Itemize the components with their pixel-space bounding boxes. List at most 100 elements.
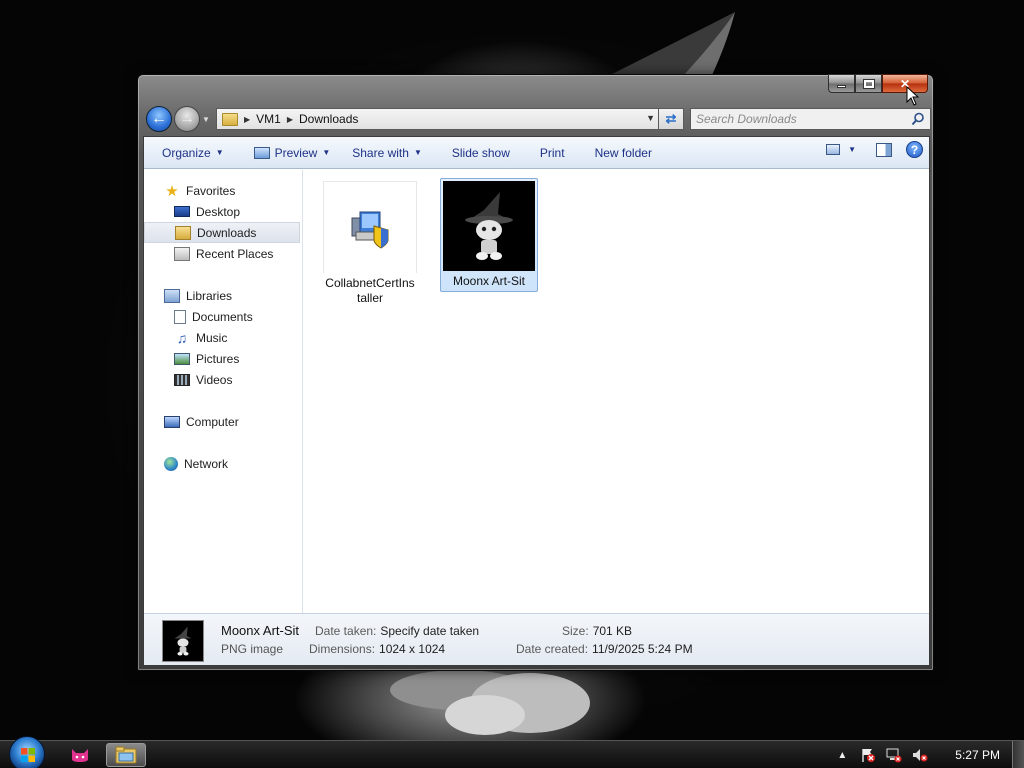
breadcrumb-vm1[interactable]: VM1 — [256, 112, 281, 126]
volume-muted-icon[interactable] — [912, 747, 928, 763]
nav-music-label: Music — [196, 330, 228, 345]
nav-recent-places[interactable]: Recent Places — [144, 243, 302, 264]
taskbar: ▲ 5:27 PM — [0, 736, 1024, 768]
view-options-chevron-icon[interactable]: ▼ — [848, 145, 856, 154]
start-button[interactable] — [9, 736, 45, 768]
chevron-down-icon: ▼ — [322, 148, 331, 157]
details-file-type: PNG image — [221, 642, 284, 656]
new-folder-button[interactable]: New folder — [587, 141, 660, 165]
search-input[interactable] — [696, 110, 906, 128]
preview-icon — [253, 146, 270, 159]
show-desktop-button[interactable] — [1012, 741, 1024, 768]
nav-desktop[interactable]: Desktop — [144, 201, 302, 222]
back-arrow-icon: ← — [151, 110, 167, 127]
pictures-icon — [174, 352, 190, 365]
forward-button[interactable]: → — [174, 106, 200, 132]
show-hidden-icons-icon[interactable]: ▲ — [834, 747, 850, 763]
network-icon — [164, 456, 178, 471]
file-list: CollabnetCertInstaller Moonx Art-Sit — [304, 170, 929, 613]
desktop-icon — [174, 206, 190, 217]
navigation-pane: ★ Favorites Desktop Downloads Recent Pla… — [144, 170, 303, 613]
print-button[interactable]: Print — [532, 141, 573, 165]
preview-menu[interactable]: Preview ▼ — [246, 141, 339, 165]
witch-cat-image — [465, 192, 513, 260]
share-with-menu[interactable]: Share with ▼ — [344, 141, 430, 165]
minimize-icon — [837, 85, 846, 88]
recent-places-icon — [174, 246, 190, 261]
address-dropdown-icon[interactable]: ▼ — [646, 113, 655, 123]
nav-libraries[interactable]: Libraries — [144, 285, 302, 306]
change-view-icon[interactable] — [826, 144, 841, 155]
refresh-icon: ⇄ — [665, 111, 677, 126]
file-name: CollabnetCertInstaller — [325, 276, 415, 305]
share-with-label: Share with — [352, 145, 409, 160]
nav-network[interactable]: Network — [144, 453, 302, 474]
forward-arrow-icon: → — [179, 110, 195, 127]
details-date-created: Date created: 11/9/2025 5:24 PM — [516, 642, 693, 656]
date-taken-value[interactable]: Specify date taken — [380, 624, 479, 638]
nav-downloads[interactable]: Downloads — [144, 222, 300, 243]
nav-downloads-label: Downloads — [197, 225, 257, 240]
minimize-button[interactable] — [828, 74, 855, 93]
date-created-value: 11/9/2025 5:24 PM — [592, 642, 693, 656]
mouse-cursor-icon — [906, 86, 920, 106]
maximize-button[interactable] — [855, 74, 882, 93]
folder-icon — [222, 112, 238, 126]
chevron-down-icon: ▼ — [215, 148, 224, 157]
nav-videos-label: Videos — [196, 372, 233, 387]
new-folder-label: New folder — [594, 145, 652, 160]
details-file-name: Moonx Art-Sit — [221, 623, 300, 638]
nav-favorites-label: Favorites — [186, 183, 236, 198]
search-icon[interactable] — [911, 112, 925, 126]
maximize-icon — [862, 78, 875, 89]
taskbar-clock[interactable]: 5:27 PM — [955, 748, 1000, 762]
search-box — [690, 108, 931, 130]
date-taken-label: Date taken: — [315, 624, 377, 638]
recent-pages-dropdown-icon[interactable]: ▼ — [202, 115, 210, 124]
file-item-collabnetcertinstaller[interactable]: CollabnetCertInstaller — [321, 178, 419, 305]
nav-videos[interactable]: Videos — [144, 369, 302, 390]
nav-recent-places-label: Recent Places — [196, 246, 274, 261]
address-bar[interactable]: ▶ VM1 ▶ Downloads ▼ ⇄ — [216, 108, 684, 130]
preview-pane-icon[interactable] — [876, 142, 892, 157]
file-item-moonx-art-sit[interactable]: Moonx Art-Sit — [440, 178, 538, 292]
command-bar: Organize ▼ Preview ▼ Share with ▼ Slide sho… — [144, 137, 929, 169]
taskbar-windows-explorer[interactable] — [106, 743, 146, 767]
nav-music[interactable]: ♫ Music — [144, 327, 302, 348]
nav-network-label: Network — [184, 456, 229, 471]
details-thumbnail — [162, 620, 204, 662]
back-button[interactable]: ← — [146, 106, 172, 132]
slide-show-button[interactable]: Slide show — [444, 141, 518, 165]
help-icon[interactable]: ? — [906, 141, 923, 158]
breadcrumb-chevron-icon[interactable]: ▶ — [244, 115, 250, 124]
toolbar-right-group: ▼ ? — [826, 141, 923, 158]
refresh-button[interactable]: ⇄ — [658, 108, 684, 130]
nav-computer[interactable]: Computer — [144, 411, 302, 432]
system-tray: ▲ 5:27 PM — [829, 741, 1024, 768]
star-icon: ★ — [165, 182, 179, 200]
explorer-window: ✕ ← → ▼ ▶ VM1 ▶ Downloads ▼ ⇄ Organize ▼ — [137, 74, 934, 671]
nav-documents[interactable]: Documents — [144, 306, 302, 327]
nav-pictures-label: Pictures — [196, 351, 240, 366]
nav-libraries-label: Libraries — [186, 288, 233, 303]
network-status-icon[interactable] — [886, 747, 902, 763]
nav-pictures[interactable]: Pictures — [144, 348, 302, 369]
witch-cat-image — [174, 626, 192, 656]
nav-favorites[interactable]: ★ Favorites — [144, 180, 302, 201]
taskbar-app-cat[interactable] — [60, 743, 100, 767]
action-center-flag-icon[interactable] — [860, 747, 876, 763]
breadcrumb-chevron-icon[interactable]: ▶ — [287, 115, 293, 124]
videos-icon — [174, 373, 190, 386]
explorer-client-area: Organize ▼ Preview ▼ Share with ▼ Slide sho… — [143, 136, 930, 666]
nav-documents-label: Documents — [192, 309, 253, 324]
close-button[interactable]: ✕ — [882, 74, 928, 93]
dimensions-label: Dimensions: — [309, 642, 376, 656]
slide-show-label: Slide show — [451, 145, 510, 160]
organize-menu[interactable]: Organize ▼ — [154, 141, 232, 165]
computer-icon — [164, 415, 180, 428]
breadcrumb-downloads[interactable]: Downloads — [299, 112, 358, 126]
music-icon: ♫ — [176, 329, 188, 346]
